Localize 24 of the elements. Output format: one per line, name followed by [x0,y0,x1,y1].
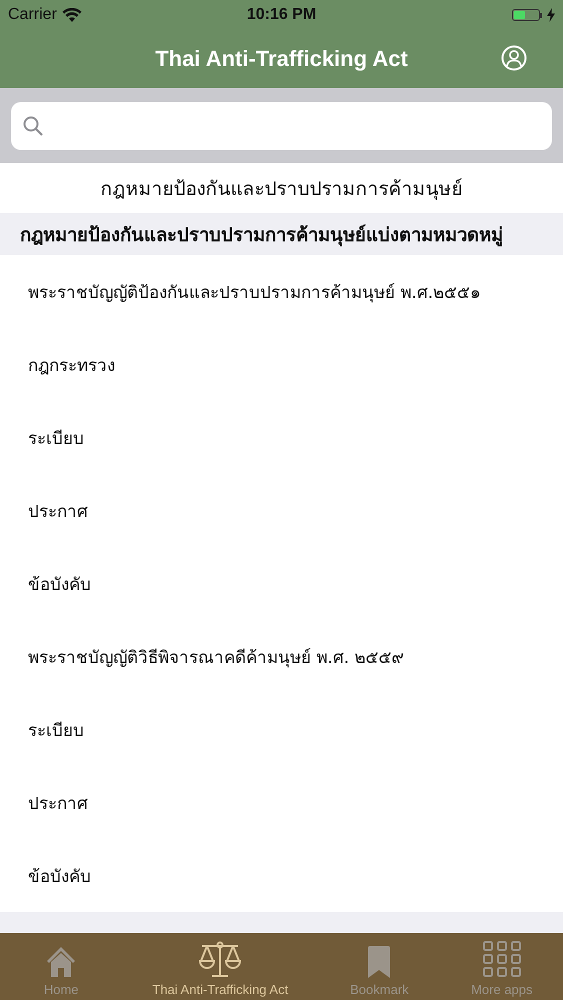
search-icon [23,116,43,136]
carrier-label: Carrier [8,6,57,24]
bookmark-icon [368,946,390,978]
list-item[interactable]: พระราชบัญญัติวิธีพิจารณาคดีค้ามนุษย์ พ.ศ. ๒๕๕๙ [0,620,563,693]
list-item[interactable]: พระราชบัญญัติป้องกันและปราบปรามการค้ามนุษย์ พ.ศ.๒๕๕๑ [0,255,563,328]
list-item[interactable]: ประกาศ [0,474,563,547]
list-item[interactable]: ระเบียบ [0,401,563,474]
nav-title: Thai Anti-Trafficking Act [155,46,408,72]
list-item[interactable]: ข้อบังคับ [0,839,563,912]
list-item[interactable]: ระเบียบ [0,693,563,766]
grid-icon [482,940,522,978]
search-field[interactable] [11,102,552,150]
list-item[interactable]: กฎกระทรวง [0,328,563,401]
battery-icon [512,9,542,21]
account-icon[interactable] [501,45,527,71]
home-icon [46,946,76,978]
status-time: 10:16 PM [246,6,316,24]
scales-icon [199,940,242,978]
wifi-icon [62,8,82,22]
list-item[interactable]: ประกาศ [0,766,563,839]
tab[interactable]: Thai Anti-Trafficking Act [122,933,318,1000]
section-header: กฎหมายป้องกันและปราบปรามการค้ามนุษย์แบ่งตามหมวดหมู่ [0,213,563,255]
page-title: กฎหมายป้องกันและปราบปรามการค้ามนุษย์ [100,177,464,202]
list-item[interactable]: ข้อบังคับ [0,547,563,620]
